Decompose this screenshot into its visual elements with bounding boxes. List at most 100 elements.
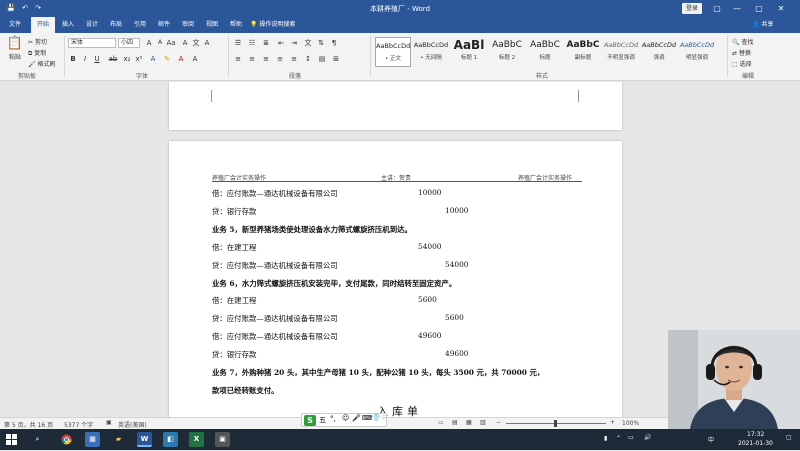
page-previous[interactable]	[169, 82, 622, 130]
char-border-icon[interactable]: A	[202, 38, 212, 48]
focus-icon[interactable]: ▭	[438, 419, 444, 426]
keyboard-icon[interactable]: ⌨	[362, 414, 372, 422]
clock-date[interactable]: 2021-01-30	[738, 440, 773, 447]
format-painter-button[interactable]: 🖌 格式刷	[28, 59, 56, 68]
tray-icon[interactable]: ⌃	[616, 435, 621, 442]
tab-home[interactable]: 开始	[31, 17, 55, 33]
page-current[interactable]: 养殖厂会计实务操作 主讲：贺贵 养殖厂会计实务操作 借：应付账款—通达机械设备有…	[169, 141, 622, 417]
decrease-indent-icon[interactable]: ⇤	[276, 38, 286, 48]
underline-icon[interactable]: U	[92, 54, 102, 64]
share-button[interactable]: 👤 共享	[752, 17, 773, 33]
app-icon[interactable]: ▦	[85, 432, 100, 447]
font-name-combo[interactable]: 宋体	[68, 38, 116, 48]
font-size-combo[interactable]: 小四	[118, 38, 140, 48]
zoom-slider-thumb[interactable]	[554, 420, 557, 427]
line-spacing-icon[interactable]: ↕	[303, 54, 313, 64]
read-mode-icon[interactable]: ▤	[452, 419, 458, 426]
word-count[interactable]: 5377 个字	[64, 420, 93, 429]
style-title[interactable]: AaBbC 标题	[527, 37, 563, 67]
style-heading-1[interactable]: AaBl 标题 1	[451, 37, 487, 67]
search-icon[interactable]: ⌕	[30, 432, 45, 447]
skin-icon[interactable]: 👕	[372, 414, 381, 422]
menu-grid-icon[interactable]: ⁘	[381, 414, 387, 422]
copy-button[interactable]: ⧉ 复制	[28, 48, 46, 58]
style-normal[interactable]: AaBbCcDd • 正文	[375, 37, 411, 67]
strikethrough-icon[interactable]: ab	[108, 54, 118, 64]
tab-review[interactable]: 审阅	[178, 17, 198, 33]
ime-logo[interactable]: S	[304, 415, 316, 426]
sort-icon[interactable]: ⇅	[316, 38, 326, 48]
language[interactable]: 英语(美国)	[118, 420, 147, 429]
zoom-slider[interactable]	[506, 420, 606, 427]
style-subtle-emphasis[interactable]: AaBbCcDd 不明显强调	[603, 37, 639, 67]
subscript-icon[interactable]: x₂	[122, 54, 132, 64]
change-case-icon[interactable]: Aa	[166, 38, 176, 48]
tab-design[interactable]: 设计	[82, 17, 102, 33]
grow-font-icon[interactable]: A	[144, 38, 154, 48]
notification-icon[interactable]: ▢	[786, 434, 792, 441]
maximize-button[interactable]: ▢	[752, 2, 766, 15]
file-explorer-icon[interactable]: ▰	[111, 432, 126, 447]
tab-references[interactable]: 引用	[130, 17, 150, 33]
minimize-button[interactable]: —	[730, 2, 744, 15]
style-no-spacing[interactable]: AaBbCcDd • 无间隔	[413, 37, 449, 67]
style-emphasis[interactable]: AaBbCcDd 强调	[641, 37, 677, 67]
font-color-icon[interactable]: A	[176, 54, 186, 64]
tray-icon[interactable]: ▮	[604, 435, 607, 442]
page-count[interactable]: 第 5 页，共 16 页	[4, 420, 53, 429]
show-marks-icon[interactable]: ¶	[329, 38, 339, 48]
cut-button[interactable]: ✂ 剪切	[28, 37, 47, 46]
distributed-icon[interactable]: ≡	[289, 54, 299, 64]
tab-file[interactable]: 文件	[4, 17, 26, 33]
chrome-icon[interactable]	[59, 432, 74, 447]
tab-insert[interactable]: 插入	[58, 17, 78, 33]
increase-indent-icon[interactable]: ⇥	[289, 38, 299, 48]
bold-icon[interactable]: B	[68, 54, 78, 64]
text-effects-icon[interactable]: A	[148, 54, 158, 64]
network-icon[interactable]: ▭	[628, 434, 634, 441]
chinese-layout-icon[interactable]: 文	[303, 38, 313, 48]
find-button[interactable]: 🔍 查找	[732, 37, 753, 46]
char-shading-icon[interactable]: A	[190, 54, 200, 64]
clock-time[interactable]: 17:32	[747, 431, 764, 438]
ribbon-display-button[interactable]: ▢	[710, 2, 724, 15]
app-icon[interactable]: ◧	[163, 432, 178, 447]
align-center-icon[interactable]: ≡	[247, 54, 257, 64]
zoom-out-icon[interactable]: −	[496, 419, 501, 426]
tab-layout[interactable]: 布局	[106, 17, 126, 33]
web-layout-icon[interactable]: ▥	[480, 419, 486, 426]
style-subtitle[interactable]: AaBbC 副标题	[565, 37, 601, 67]
replace-button[interactable]: ⇄ 替换	[732, 48, 751, 57]
bullets-icon[interactable]: ☰	[233, 38, 243, 48]
tab-help[interactable]: 帮助	[226, 17, 246, 33]
app-icon[interactable]: ▣	[215, 432, 230, 447]
excel-taskbar-icon[interactable]: X	[189, 432, 204, 447]
login-button[interactable]: 登录	[682, 3, 702, 14]
align-right-icon[interactable]: ≡	[261, 54, 271, 64]
italic-icon[interactable]: I	[80, 54, 90, 64]
multilevel-list-icon[interactable]: ≣	[261, 38, 271, 48]
select-button[interactable]: ⬚ 选择	[732, 59, 752, 68]
zoom-in-icon[interactable]: +	[610, 419, 615, 426]
justify-icon[interactable]: ≡	[275, 54, 285, 64]
shading-icon[interactable]: ▤	[317, 54, 327, 64]
shrink-font-icon[interactable]: A	[155, 38, 165, 48]
close-button[interactable]: ✕	[774, 2, 788, 15]
zoom-level[interactable]: 100%	[622, 420, 639, 427]
start-button[interactable]	[4, 432, 19, 447]
word-taskbar-icon[interactable]: W	[137, 432, 152, 447]
emoji-icon[interactable]: ☺	[342, 414, 349, 422]
print-layout-icon[interactable]: ▦	[466, 419, 472, 426]
tab-view[interactable]: 视图	[202, 17, 222, 33]
highlight-icon[interactable]: ✎	[162, 54, 172, 64]
numbering-icon[interactable]: ☷	[247, 38, 257, 48]
style-heading-2[interactable]: AaBbC 标题 2	[489, 37, 525, 67]
tab-mailings[interactable]: 邮件	[154, 17, 174, 33]
punctuation-icon[interactable]: °,	[330, 415, 336, 423]
tell-me-search[interactable]: 💡 操作说明搜索	[250, 17, 295, 33]
phonetic-icon[interactable]: 文	[191, 38, 201, 48]
align-left-icon[interactable]: ≡	[233, 54, 243, 64]
style-intense-emphasis[interactable]: AaBbCcDd 明显强调	[679, 37, 715, 67]
voice-icon[interactable]: 🎤	[352, 414, 361, 422]
ime-mode[interactable]: 五	[319, 415, 326, 425]
